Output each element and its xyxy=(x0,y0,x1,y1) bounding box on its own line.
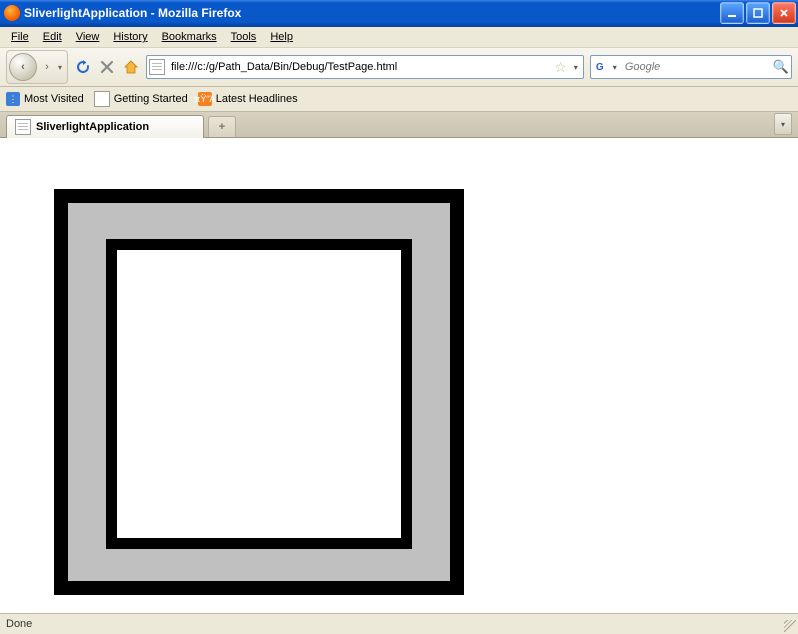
bookmark-label: Latest Headlines xyxy=(216,93,298,105)
search-engine-dropdown[interactable]: ▾ xyxy=(610,63,620,72)
status-bar: Done xyxy=(0,613,798,634)
new-tab-button[interactable]: + xyxy=(208,116,236,137)
reload-button[interactable] xyxy=(74,58,92,76)
google-icon: G xyxy=(593,60,607,74)
menu-bar: File Edit View History Bookmarks Tools H… xyxy=(0,27,798,48)
most-visited-icon: ⋮ xyxy=(6,92,20,106)
bookmark-most-visited[interactable]: ⋮ Most Visited xyxy=(6,92,84,106)
page-content xyxy=(0,138,798,620)
minimize-button[interactable] xyxy=(720,2,744,24)
window-titlebar: SliverlightApplication - Mozilla Firefox xyxy=(0,0,798,27)
bookmark-getting-started[interactable]: Getting Started xyxy=(94,91,188,107)
search-go-icon[interactable]: 🔍 xyxy=(773,59,789,75)
firefox-icon xyxy=(4,5,20,21)
menu-view[interactable]: View xyxy=(69,29,107,45)
forward-button[interactable]: › xyxy=(39,57,55,77)
home-button[interactable] xyxy=(122,58,140,76)
menu-edit[interactable]: Edit xyxy=(36,29,69,45)
bookmark-star-icon[interactable]: ☆ xyxy=(554,59,567,76)
window-title: SliverlightApplication - Mozilla Firefox xyxy=(24,6,241,20)
tab-label: SliverlightApplication xyxy=(36,121,149,133)
url-input[interactable] xyxy=(169,60,550,74)
tab-page-icon xyxy=(15,119,31,135)
navigation-toolbar: ‹ › ▾ ☆ ▾ G ▾ 🔍 xyxy=(0,48,798,87)
menu-bookmarks[interactable]: Bookmarks xyxy=(155,29,224,45)
close-button[interactable] xyxy=(772,2,796,24)
page-icon xyxy=(94,91,110,107)
url-history-dropdown[interactable]: ▾ xyxy=(571,63,581,72)
url-bar[interactable]: ☆ ▾ xyxy=(146,55,584,79)
bookmark-label: Getting Started xyxy=(114,93,188,105)
bookmarks-toolbar: ⋮ Most Visited Getting Started πŸ“Ά Late… xyxy=(0,87,798,112)
page-icon xyxy=(149,59,165,75)
menu-help[interactable]: Help xyxy=(263,29,300,45)
search-input[interactable] xyxy=(623,60,770,74)
menu-tools[interactable]: Tools xyxy=(224,29,264,45)
tab-strip: SliverlightApplication + ▾ xyxy=(0,112,798,138)
search-bar[interactable]: G ▾ 🔍 xyxy=(590,55,792,79)
status-text: Done xyxy=(6,618,32,630)
silverlight-path-figure xyxy=(10,149,470,609)
tab-active[interactable]: SliverlightApplication xyxy=(6,115,204,138)
back-forward-dropdown[interactable]: ▾ xyxy=(55,63,65,72)
bookmark-label: Most Visited xyxy=(24,93,84,105)
maximize-button[interactable] xyxy=(746,2,770,24)
tab-list-dropdown[interactable]: ▾ xyxy=(774,113,792,135)
bookmark-latest-headlines[interactable]: πŸ“Ά Latest Headlines xyxy=(198,92,298,106)
back-forward-group: ‹ › ▾ xyxy=(6,50,68,84)
stop-button[interactable] xyxy=(98,58,116,76)
rss-icon: πŸ“Ά xyxy=(198,92,212,106)
menu-file[interactable]: File xyxy=(4,29,36,45)
back-button[interactable]: ‹ xyxy=(9,53,37,81)
resize-grip-icon[interactable] xyxy=(784,620,796,632)
menu-history[interactable]: History xyxy=(106,29,154,45)
